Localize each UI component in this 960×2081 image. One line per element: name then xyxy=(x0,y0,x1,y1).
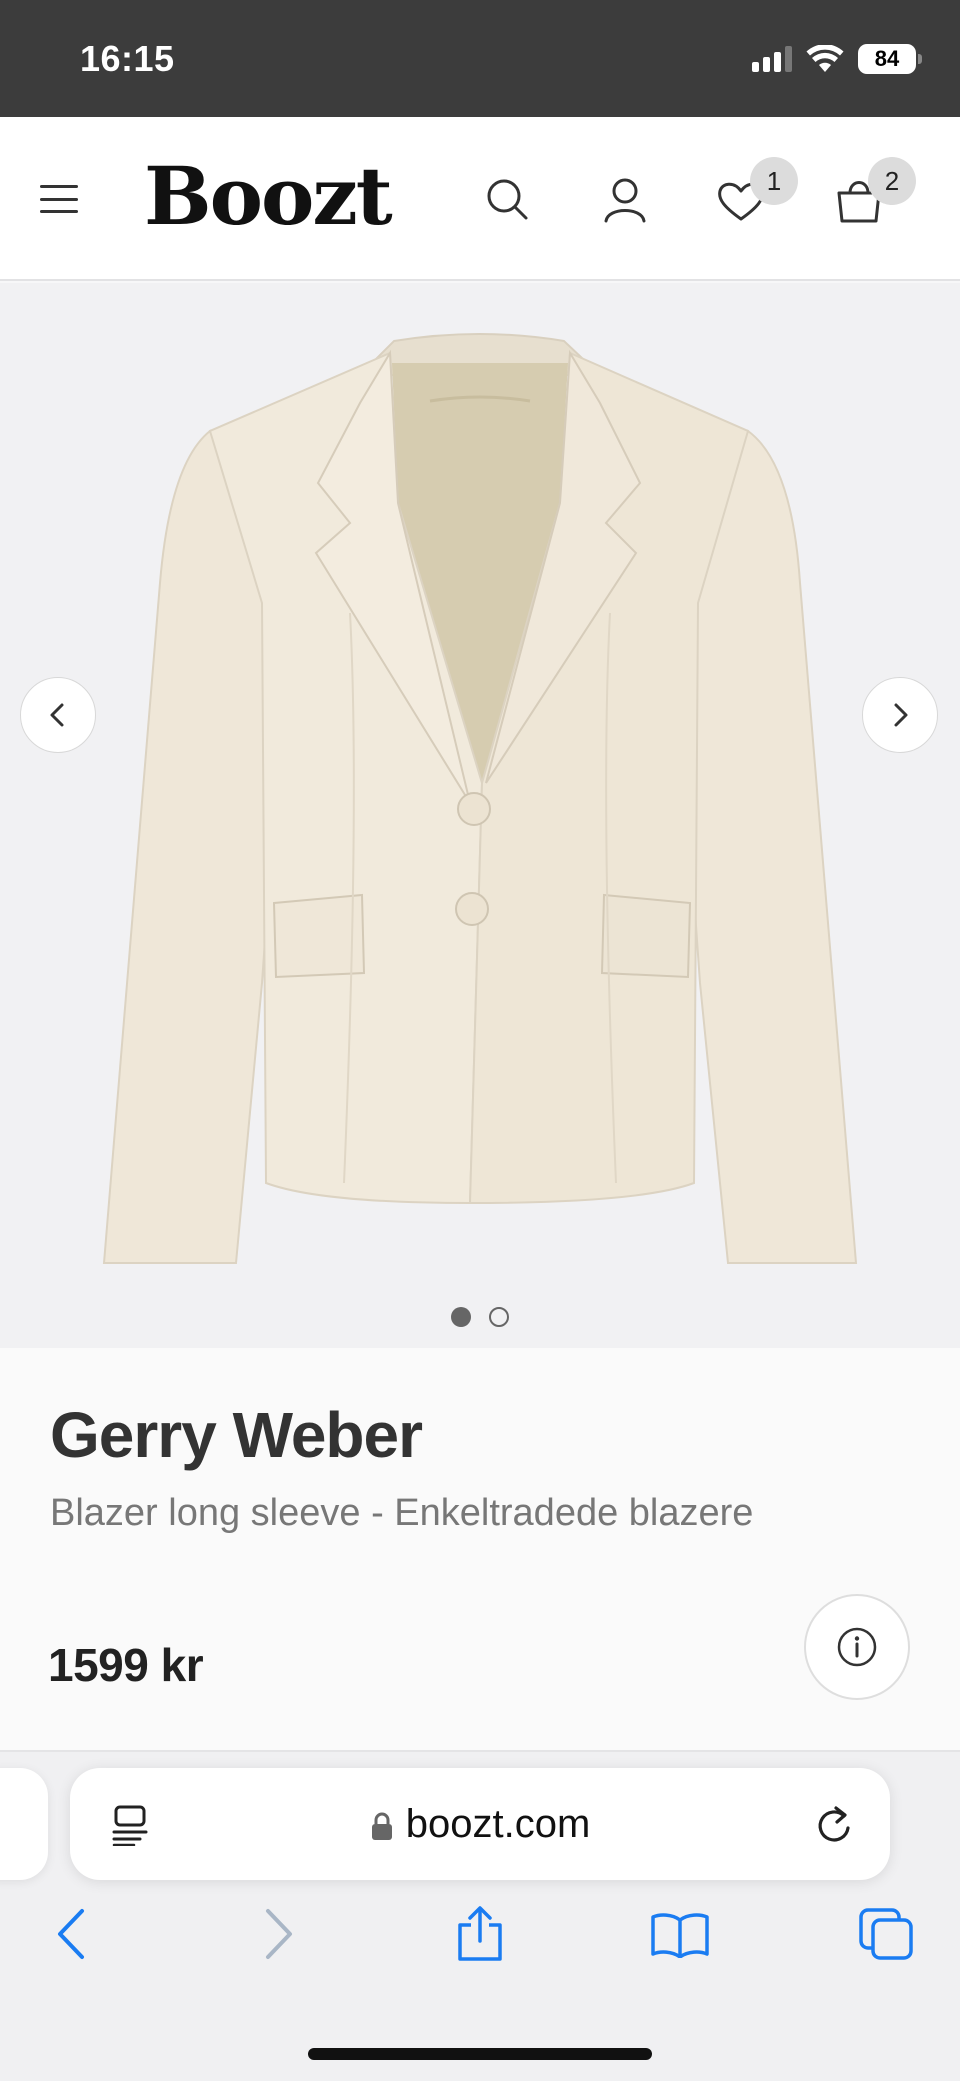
carousel-next-button[interactable] xyxy=(862,677,938,753)
tabs-button[interactable] xyxy=(856,1904,916,1964)
carousel-pagination xyxy=(0,1307,960,1327)
address-bar[interactable]: boozt.com xyxy=(70,1768,890,1880)
menu-icon[interactable] xyxy=(40,185,78,213)
reload-icon[interactable] xyxy=(814,1804,854,1846)
chevron-left-icon xyxy=(58,1909,84,1959)
product-info: Gerry Weber Blazer long sleeve - Enkeltr… xyxy=(0,1348,960,1752)
browser-forward-button[interactable] xyxy=(248,1904,308,1964)
account-icon[interactable] xyxy=(596,171,654,229)
share-button[interactable] xyxy=(450,1904,510,1964)
browser-back-button[interactable] xyxy=(42,1904,102,1964)
wishlist-count-badge: 1 xyxy=(750,157,798,205)
product-name: Blazer long sleeve - Enkeltradede blazer… xyxy=(50,1492,754,1534)
status-time: 16:15 xyxy=(80,38,175,79)
search-icon[interactable] xyxy=(478,171,536,229)
url-display[interactable]: boozt.com xyxy=(70,1802,890,1847)
lock-icon xyxy=(371,1812,392,1841)
home-indicator[interactable] xyxy=(308,2048,652,2060)
product-image-gallery[interactable] xyxy=(0,283,960,1348)
site-header: Boozt 1 2 xyxy=(0,117,960,281)
battery-level: 84 xyxy=(874,46,900,71)
pagination-dot[interactable] xyxy=(489,1307,509,1327)
site-logo[interactable]: Boozt xyxy=(144,149,393,243)
product-price: 1599 kr xyxy=(48,1639,204,1691)
status-indicators: 84 xyxy=(752,44,922,74)
cart-count-badge: 2 xyxy=(868,157,916,205)
chevron-left-icon xyxy=(50,703,64,727)
url-text: boozt.com xyxy=(405,1802,591,1846)
cellular-signal-icon xyxy=(752,46,792,72)
info-icon xyxy=(837,1627,877,1667)
share-icon xyxy=(458,1906,502,1961)
product-info-button[interactable] xyxy=(804,1594,910,1700)
book-icon xyxy=(651,1913,709,1958)
battery-icon: 84 xyxy=(858,44,922,74)
chevron-right-icon xyxy=(266,1909,292,1959)
tabs-icon xyxy=(859,1908,913,1960)
browser-bottom-bar: boozt.com xyxy=(0,1752,960,2081)
pagination-dot-active[interactable] xyxy=(451,1307,471,1327)
product-image xyxy=(102,333,858,1264)
wifi-icon xyxy=(806,45,844,72)
status-bar: 16:15 84 xyxy=(0,0,960,117)
product-brand[interactable]: Gerry Weber xyxy=(50,1398,423,1472)
chevron-right-icon xyxy=(894,703,908,727)
bookmarks-button[interactable] xyxy=(650,1904,710,1964)
previous-tab-preview[interactable] xyxy=(0,1768,48,1880)
carousel-prev-button[interactable] xyxy=(20,677,96,753)
